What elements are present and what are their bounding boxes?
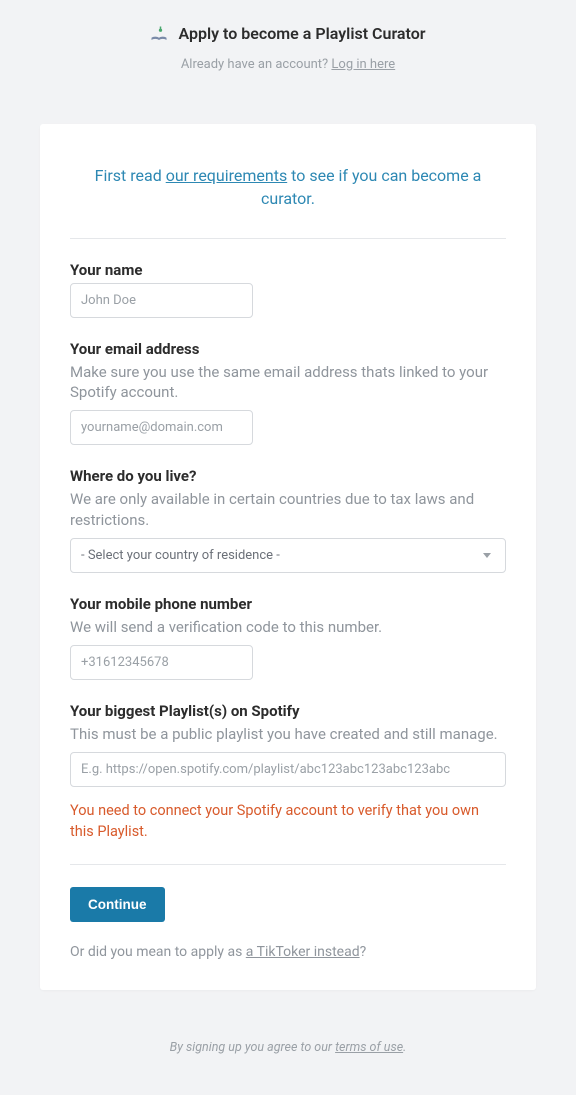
playlist-hint: This must be a public playlist you have … <box>70 724 506 744</box>
login-link[interactable]: Log in here <box>331 57 395 72</box>
intro-text: First read our requirements to see if yo… <box>70 164 506 238</box>
divider-bottom <box>70 864 506 865</box>
playlist-input[interactable] <box>70 752 506 787</box>
name-label: Your name <box>70 261 506 279</box>
tiktoker-link[interactable]: a TikToker instead <box>246 944 360 960</box>
phone-input[interactable] <box>70 645 253 680</box>
playlist-error: You need to connect your Spotify account… <box>70 801 506 842</box>
phone-hint: We will send a verification code to this… <box>70 617 506 637</box>
playlist-field-group: Your biggest Playlist(s) on Spotify This… <box>70 702 506 842</box>
terms-link[interactable]: terms of use <box>335 1040 403 1055</box>
phone-label: Your mobile phone number <box>70 595 506 613</box>
name-field-group: Your name <box>70 261 506 318</box>
application-card: First read our requirements to see if yo… <box>40 124 536 990</box>
alt-apply-text: Or did you mean to apply as a TikToker i… <box>70 944 506 960</box>
email-field-group: Your email address Make sure you use the… <box>70 340 506 446</box>
email-hint: Make sure you use the same email address… <box>70 362 506 403</box>
requirements-link[interactable]: our requirements <box>166 166 288 185</box>
continue-button[interactable]: Continue <box>70 887 165 922</box>
email-label: Your email address <box>70 340 506 358</box>
playlist-label: Your biggest Playlist(s) on Spotify <box>70 702 506 720</box>
chevron-down-icon <box>483 553 491 558</box>
name-input[interactable] <box>70 283 253 318</box>
page-title-row: Apply to become a Playlist Curator <box>150 24 425 43</box>
page-title: Apply to become a Playlist Curator <box>178 24 425 43</box>
curator-icon <box>150 25 168 43</box>
country-select[interactable]: - Select your country of residence - <box>70 538 506 573</box>
country-field-group: Where do you live? We are only available… <box>70 467 506 573</box>
phone-field-group: Your mobile phone number We will send a … <box>70 595 506 680</box>
country-hint: We are only available in certain countri… <box>70 489 506 530</box>
footer-text: By signing up you agree to our terms of … <box>0 1040 576 1055</box>
email-input[interactable] <box>70 410 253 445</box>
already-have-account: Already have an account? Log in here <box>20 57 556 72</box>
page-header: Apply to become a Playlist Curator Alrea… <box>0 0 576 84</box>
divider-top <box>70 238 506 239</box>
country-select-value: - Select your country of residence - <box>81 548 280 563</box>
country-label: Where do you live? <box>70 467 506 485</box>
